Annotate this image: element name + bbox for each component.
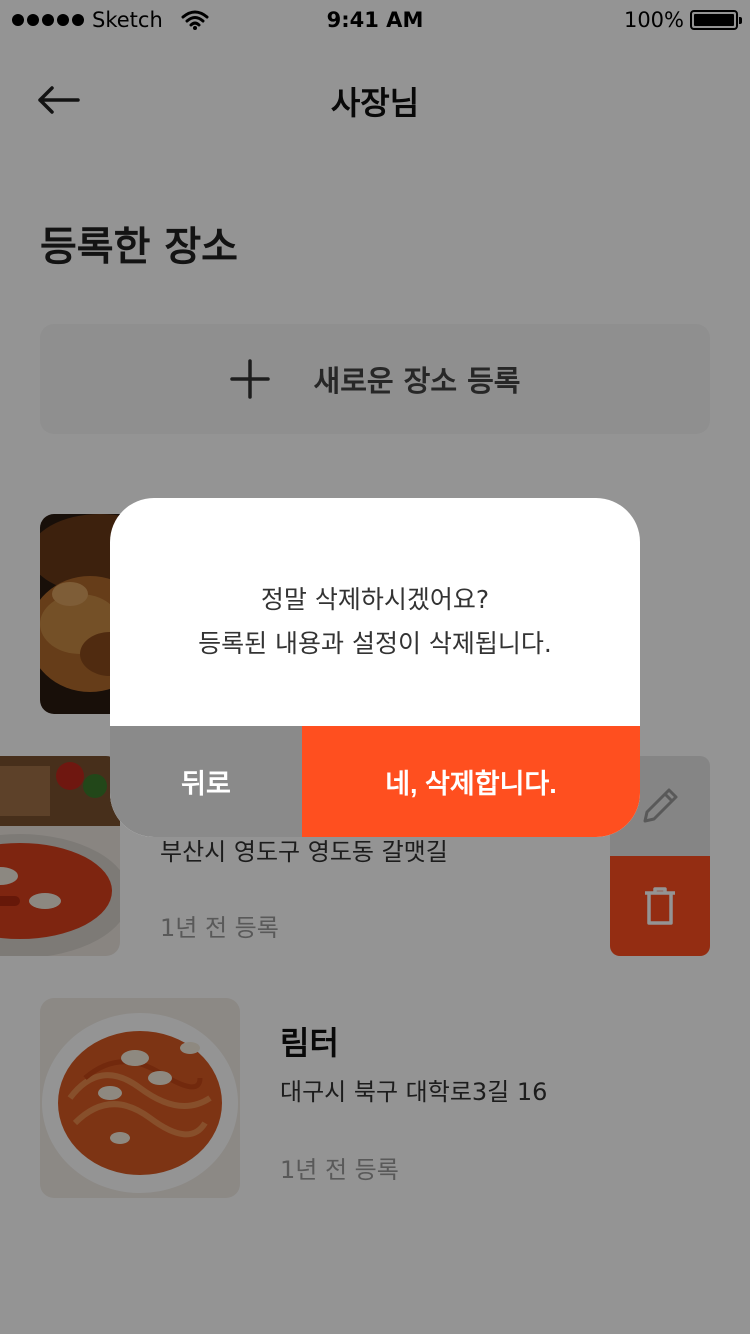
- screen: Sketch 9:41 AM 100% 사장님 등록한 장소 새로운 장소 등록: [0, 0, 750, 1334]
- dialog-message: 정말 삭제하시겠어요? 등록된 내용과 설정이 삭제됩니다.: [110, 578, 640, 666]
- dialog-back-button[interactable]: 뒤로: [110, 726, 302, 837]
- dialog-line-1: 정말 삭제하시겠어요?: [260, 585, 490, 614]
- dialog-confirm-delete-button[interactable]: 네, 삭제합니다.: [302, 726, 640, 837]
- dialog-line-2: 등록된 내용과 설정이 삭제됩니다.: [198, 629, 552, 658]
- dialog-buttons: 뒤로 네, 삭제합니다.: [110, 726, 640, 837]
- delete-confirm-dialog: 정말 삭제하시겠어요? 등록된 내용과 설정이 삭제됩니다. 뒤로 네, 삭제합…: [110, 498, 640, 837]
